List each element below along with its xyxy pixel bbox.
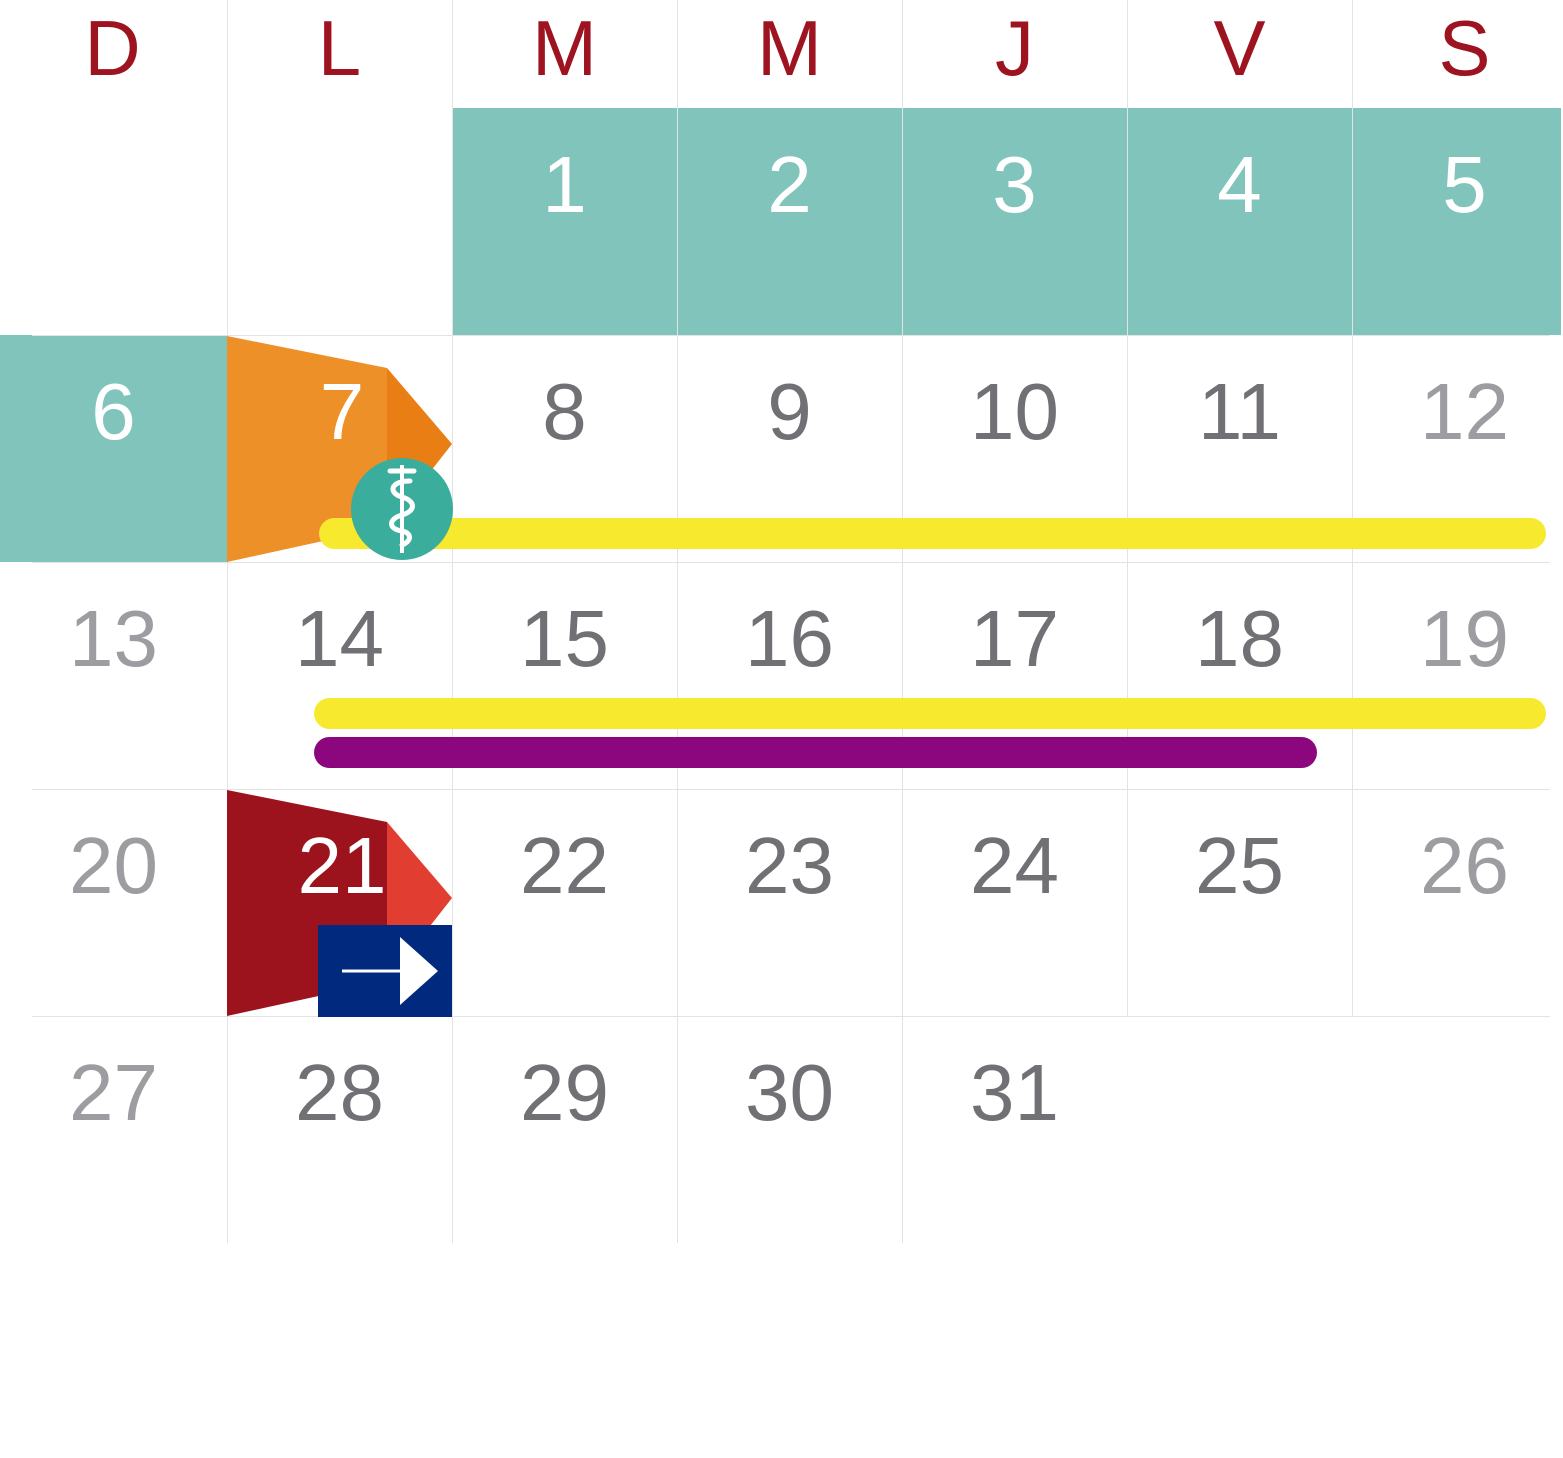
day-cell[interactable]: 29 [452, 1016, 677, 1243]
day-number: 1 [542, 140, 587, 229]
event-bar[interactable] [319, 518, 1546, 549]
day-number: 5 [1442, 140, 1487, 229]
medical-caduceus-icon [351, 458, 453, 560]
day-number: 13 [69, 594, 158, 683]
day-number: 24 [970, 821, 1059, 910]
day-cell[interactable]: 23 [677, 789, 902, 1016]
weekday-header: M [532, 4, 597, 92]
day-cell[interactable]: 3 [902, 108, 1127, 335]
event-bar[interactable] [314, 698, 1546, 729]
day-number: 27 [69, 1048, 158, 1137]
day-cell[interactable]: 26 [1352, 789, 1563, 1016]
day-number: 30 [745, 1048, 834, 1137]
day-cell[interactable]: 4 [1127, 108, 1352, 335]
day-cell[interactable]: 22 [452, 789, 677, 1016]
day-number: 18 [1195, 594, 1284, 683]
day-number: 17 [970, 594, 1059, 683]
day-cell[interactable]: 2 [677, 108, 902, 335]
day-number: 29 [520, 1048, 609, 1137]
day-number: 11 [1197, 367, 1282, 456]
day-cell[interactable] [1352, 1016, 1563, 1243]
weekday-header: M [757, 4, 822, 92]
arrow-right-icon [318, 925, 452, 1017]
weekday-header: S [1438, 4, 1491, 92]
day-number: 16 [745, 594, 834, 683]
day-number: 26 [1420, 821, 1509, 910]
day-number: 25 [1195, 821, 1284, 910]
day-cell[interactable]: 27 [0, 1016, 225, 1243]
month-calendar: D L M M J V S 1 2 3 4 5 6 7 8 9 10 11 12 13 14 15 16 17 18 19 20 21… [0, 0, 1563, 1458]
day-number: 10 [970, 367, 1059, 456]
day-cell[interactable] [227, 108, 452, 335]
day-cell[interactable]: 1 [452, 108, 677, 335]
day-cell[interactable] [1127, 1016, 1352, 1243]
day-cell[interactable]: 24 [902, 789, 1127, 1016]
day-number: 15 [520, 594, 609, 683]
day-number: 3 [992, 140, 1037, 229]
day-cell[interactable]: 30 [677, 1016, 902, 1243]
event-bar[interactable] [314, 737, 1317, 768]
day-cell[interactable]: 25 [1127, 789, 1352, 1016]
day-number: 19 [1420, 594, 1509, 683]
day-number: 28 [295, 1048, 384, 1137]
day-cell[interactable]: 13 [0, 562, 225, 789]
day-cell[interactable]: 19 [1352, 562, 1563, 789]
weekday-header: L [317, 4, 362, 92]
day-number: 31 [970, 1048, 1059, 1137]
day-number: 12 [1420, 367, 1509, 456]
weekday-header: V [1213, 4, 1266, 92]
day-cell[interactable]: 31 [902, 1016, 1127, 1243]
day-cell[interactable] [0, 108, 225, 335]
day-number: 4 [1217, 140, 1262, 229]
weekday-header: D [84, 4, 141, 92]
weekday-header: J [995, 4, 1034, 92]
day-number: 23 [745, 821, 834, 910]
day-cell[interactable]: 5 [1352, 108, 1563, 335]
day-cell[interactable]: 28 [227, 1016, 452, 1243]
day-number: 22 [520, 821, 609, 910]
day-number: 8 [542, 367, 587, 456]
day-number: 9 [767, 367, 812, 456]
day-number: 14 [295, 594, 384, 683]
day-number: 2 [767, 140, 812, 229]
